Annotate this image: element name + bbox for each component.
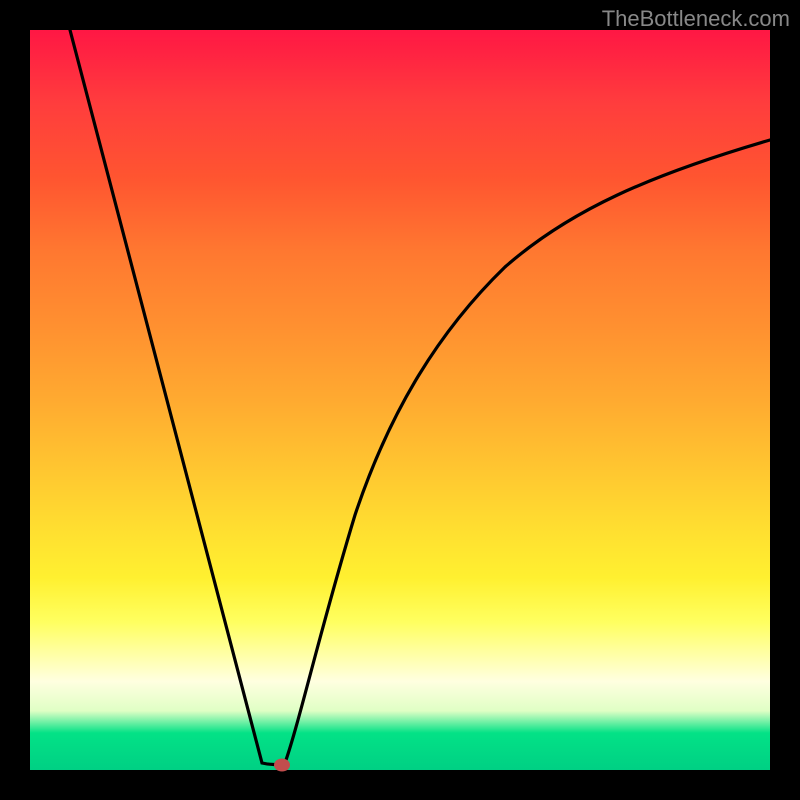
valley-marker-dot — [274, 759, 290, 772]
watermark-text: TheBottleneck.com — [602, 6, 790, 32]
curve-path — [70, 30, 770, 765]
chart-curve — [30, 30, 770, 770]
